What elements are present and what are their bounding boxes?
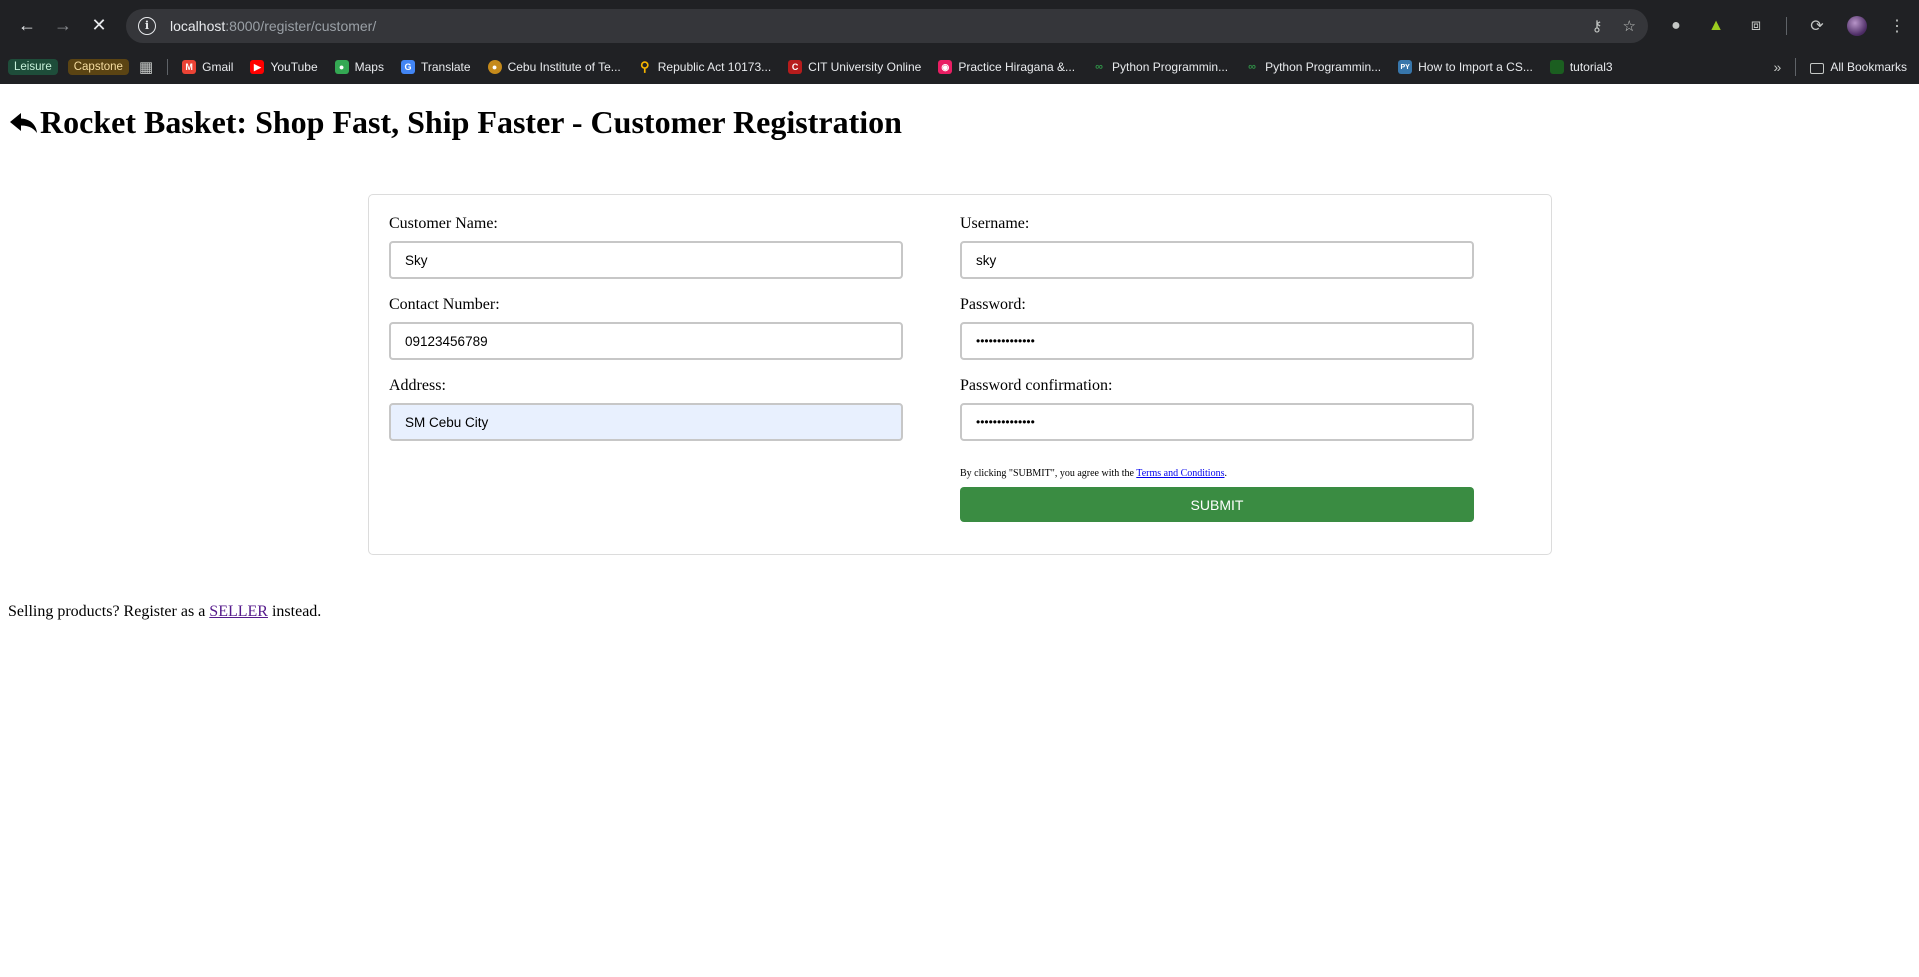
extensions-puzzle-icon[interactable]: ⧈ bbox=[1746, 17, 1766, 35]
bookmark-star-icon[interactable]: ☆ bbox=[1623, 17, 1636, 35]
bookmark-cit-online[interactable]: C CIT University Online bbox=[788, 60, 921, 74]
bookmark-cit[interactable]: ● Cebu Institute of Te... bbox=[487, 60, 621, 74]
username-group: Username: sky bbox=[960, 215, 1474, 279]
cit-online-icon: C bbox=[788, 60, 803, 74]
geeks-icon: ∞ bbox=[1248, 61, 1257, 73]
address-input[interactable]: SM Cebu City bbox=[389, 403, 903, 441]
submit-button[interactable]: SUBMIT bbox=[960, 487, 1474, 522]
password-confirmation-input[interactable]: •••••••••••••• bbox=[960, 403, 1474, 441]
translate-icon: G bbox=[400, 60, 415, 74]
tutorial-icon bbox=[1549, 60, 1564, 74]
maps-icon: ● bbox=[334, 60, 349, 74]
terms-notice: By clicking "SUBMIT", you agree with the… bbox=[960, 468, 1227, 479]
more-bookmarks-icon[interactable]: » bbox=[1774, 59, 1782, 75]
customer-name-group: Customer Name: Sky bbox=[389, 215, 903, 279]
username-label: Username: bbox=[960, 215, 1030, 232]
apps-grid-icon[interactable]: ▦ bbox=[139, 58, 153, 76]
bookmark-republic-act[interactable]: ⚲ Republic Act 10173... bbox=[638, 59, 771, 74]
folder-icon bbox=[1810, 62, 1825, 74]
extension-dot-icon[interactable]: ● bbox=[1666, 17, 1686, 35]
youtube-icon: ▶ bbox=[250, 60, 265, 74]
terms-link[interactable]: Terms and Conditions bbox=[1136, 468, 1224, 479]
seller-register-note: Selling products? Register as a SELLER i… bbox=[8, 603, 322, 620]
bookmark-import-csv[interactable]: PY How to Import a CS... bbox=[1398, 60, 1533, 74]
password-group: Password: •••••••••••••• bbox=[960, 296, 1474, 360]
username-input[interactable]: sky bbox=[960, 241, 1474, 279]
registration-form: Customer Name: Sky Contact Number: 09123… bbox=[368, 194, 1552, 555]
performance-icon[interactable]: ⟳ bbox=[1807, 16, 1827, 36]
signal-extension-icon[interactable]: ▲ bbox=[1706, 17, 1726, 35]
bookmark-gmail[interactable]: M Gmail bbox=[182, 60, 233, 74]
bookmark-hiragana[interactable]: ◉ Practice Hiragana &... bbox=[938, 60, 1075, 74]
more-menu-icon[interactable]: ⋮ bbox=[1887, 16, 1907, 36]
py-icon: PY bbox=[1398, 60, 1413, 74]
geeks-icon: ∞ bbox=[1095, 61, 1103, 73]
pin-icon: ⚲ bbox=[639, 59, 650, 74]
contact-number-input[interactable]: 09123456789 bbox=[389, 322, 903, 360]
hiragana-icon: ◉ bbox=[938, 60, 953, 74]
bookmark-group-leisure[interactable]: Leisure bbox=[8, 59, 58, 75]
all-bookmarks-button[interactable]: All Bookmarks bbox=[1810, 60, 1907, 74]
forward-arrow-icon[interactable]: → bbox=[46, 9, 80, 43]
password-key-icon[interactable]: ⚷ bbox=[1592, 17, 1603, 35]
bookmark-python-1[interactable]: ∞ Python Programmin... bbox=[1092, 60, 1228, 74]
contact-number-label: Contact Number: bbox=[389, 296, 500, 313]
customer-name-input[interactable]: Sky bbox=[389, 241, 903, 279]
url-path: :8000/register/customer/ bbox=[225, 17, 377, 34]
password-confirmation-label: Password confirmation: bbox=[960, 377, 1113, 394]
page-title: Rocket Basket: Shop Fast, Ship Faster - … bbox=[40, 104, 902, 140]
browser-chrome: ← → ✕ i localhost:8000/register/customer… bbox=[0, 0, 1919, 84]
seller-link[interactable]: SELLER bbox=[209, 603, 268, 620]
back-arrow-icon[interactable]: ← bbox=[10, 9, 44, 43]
site-info-icon[interactable]: i bbox=[138, 16, 156, 35]
address-bar[interactable]: i localhost:8000/register/customer/ ⚷ ☆ bbox=[126, 8, 1648, 43]
customer-name-label: Customer Name: bbox=[389, 215, 498, 232]
address-label: Address: bbox=[389, 377, 446, 394]
bookmark-tutorial3[interactable]: tutorial3 bbox=[1549, 60, 1613, 74]
browser-toolbar: ← → ✕ i localhost:8000/register/customer… bbox=[0, 1, 1919, 50]
bookmark-youtube[interactable]: ▶ YouTube bbox=[250, 60, 318, 74]
url-host: localhost bbox=[170, 17, 226, 34]
cit-icon: ● bbox=[487, 60, 502, 74]
bookmark-python-2[interactable]: ∞ Python Programmin... bbox=[1245, 60, 1381, 74]
bookmark-translate[interactable]: G Translate bbox=[400, 60, 471, 74]
page-content: Rocket Basket: Shop Fast, Ship Faster - … bbox=[0, 84, 1919, 620]
stop-loading-icon[interactable]: ✕ bbox=[82, 9, 116, 43]
title-row: Rocket Basket: Shop Fast, Ship Faster - … bbox=[0, 84, 1919, 141]
password-confirmation-group: Password confirmation: •••••••••••••• bbox=[960, 377, 1474, 441]
bookmark-group-capstone[interactable]: Capstone bbox=[67, 59, 129, 75]
contact-number-group: Contact Number: 09123456789 bbox=[389, 296, 903, 360]
password-input[interactable]: •••••••••••••• bbox=[960, 322, 1474, 360]
back-arrow-icon[interactable] bbox=[8, 107, 40, 139]
address-group: Address: SM Cebu City bbox=[389, 377, 903, 441]
bookmarks-bar: Leisure Capstone ▦ M Gmail ▶ YouTube ● Maps… bbox=[0, 50, 1919, 84]
gmail-icon: M bbox=[182, 60, 197, 74]
profile-avatar[interactable] bbox=[1847, 15, 1867, 36]
bookmark-maps[interactable]: ● Maps bbox=[334, 60, 384, 74]
password-label: Password: bbox=[960, 296, 1026, 313]
